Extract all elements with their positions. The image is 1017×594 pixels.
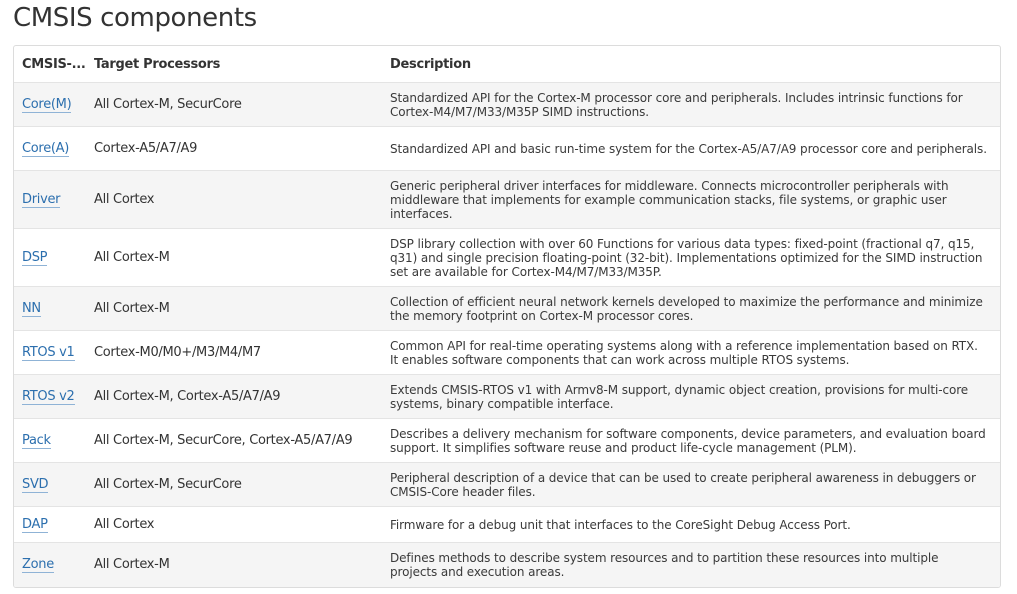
column-header-target-processors[interactable]: Target Processors [86, 46, 382, 83]
target-processors-cell: Cortex-M0/M0+/M3/M4/M7 [86, 330, 382, 375]
description-cell: Generic peripheral driver interfaces for… [382, 170, 1000, 229]
component-link[interactable]: DSP [22, 250, 48, 266]
target-processors-cell: All Cortex-M, SecurCore [86, 82, 382, 127]
table-row: DAP All Cortex Firmware for a debug unit t… [14, 506, 1000, 543]
components-table: CMSIS-... Target Processors Description … [13, 45, 1001, 588]
target-processors-cell: Cortex-A5/A7/A9 [86, 126, 382, 171]
component-link[interactable]: Zone [22, 557, 54, 574]
description-cell: Standardized API for the Cortex-M proces… [382, 82, 1000, 127]
target-processors-cell: All Cortex-M [86, 228, 382, 287]
table-row: Pack All Cortex-M, SecurCore, Cortex-A5/A… [14, 418, 1000, 463]
component-name-cell: SVD [14, 462, 86, 507]
target-processors-cell: All Cortex-M [86, 542, 382, 587]
target-processors-cell: All Cortex-M, SecurCore [86, 462, 382, 507]
column-header-cmsis[interactable]: CMSIS-... [14, 46, 86, 83]
component-name-cell: DAP [14, 506, 86, 543]
component-name-cell: RTOS v1 [14, 330, 86, 375]
component-link[interactable]: Driver [22, 192, 61, 208]
description-cell: Standardized API and basic run-time syst… [382, 126, 1000, 171]
component-link[interactable]: RTOS v1 [22, 345, 75, 361]
component-name-cell: Zone [14, 542, 86, 587]
component-name-cell: NN [14, 286, 86, 331]
component-link[interactable]: DAP [22, 517, 48, 533]
description-cell: Describes a delivery mechanism for softw… [382, 418, 1000, 463]
column-header-description[interactable]: Description [382, 46, 1000, 83]
description-cell: Collection of efficient neural network k… [382, 286, 1000, 331]
component-link[interactable]: SVD [22, 477, 49, 493]
table-row: Zone All Cortex-M Defines methods to descr… [14, 542, 1000, 587]
table-row: NN All Cortex-M Collection of efficient ne… [14, 286, 1000, 331]
description-cell: Firmware for a debug unit that interface… [382, 506, 1000, 543]
component-name-cell: Core(A) [14, 126, 86, 171]
target-processors-cell: All Cortex-M, Cortex-A5/A7/A9 [86, 374, 382, 419]
component-name-cell: Pack [14, 418, 86, 463]
component-name-cell: Core(M) [14, 82, 86, 127]
component-link[interactable]: Core(A) [22, 141, 69, 157]
component-link[interactable]: Core(M) [22, 97, 72, 113]
table-row: Core(M) All Cortex-M, SecurCore Standardiz… [14, 82, 1000, 127]
component-link[interactable]: NN [22, 301, 41, 317]
description-cell: Peripheral description of a device that … [382, 462, 1000, 507]
table-row: DSP All Cortex-M DSP library collection wi… [14, 228, 1000, 287]
component-link[interactable]: RTOS v2 [22, 389, 75, 405]
table-row: SVD All Cortex-M, SecurCore Peripheral des… [14, 462, 1000, 507]
description-cell: Extends CMSIS-RTOS v1 with Armv8-M suppo… [382, 374, 1000, 419]
table-row: RTOS v1 Cortex-M0/M0+/M3/M4/M7 Common API … [14, 330, 1000, 375]
description-cell: Common API for real-time operating syste… [382, 330, 1000, 375]
target-processors-cell: All Cortex [86, 170, 382, 229]
table-row: Core(A) Cortex-A5/A7/A9 Standardized API a… [14, 126, 1000, 171]
component-link[interactable]: Pack [22, 433, 51, 449]
component-name-cell: Driver [14, 170, 86, 229]
target-processors-cell: All Cortex-M [86, 286, 382, 331]
component-name-cell: RTOS v2 [14, 374, 86, 419]
page-title: CMSIS components [13, 3, 257, 33]
target-processors-cell: All Cortex [86, 506, 382, 543]
component-name-cell: DSP [14, 228, 86, 287]
table-header-row: CMSIS-... Target Processors Description [14, 46, 1000, 83]
description-cell: DSP library collection with over 60 Func… [382, 228, 1000, 287]
table-row: RTOS v2 All Cortex-M, Cortex-A5/A7/A9 Exte… [14, 374, 1000, 419]
table-row: Driver All Cortex Generic peripheral drive… [14, 170, 1000, 229]
target-processors-cell: All Cortex-M, SecurCore, Cortex-A5/A7/A9 [86, 418, 382, 463]
description-cell: Defines methods to describe system resou… [382, 542, 1000, 587]
